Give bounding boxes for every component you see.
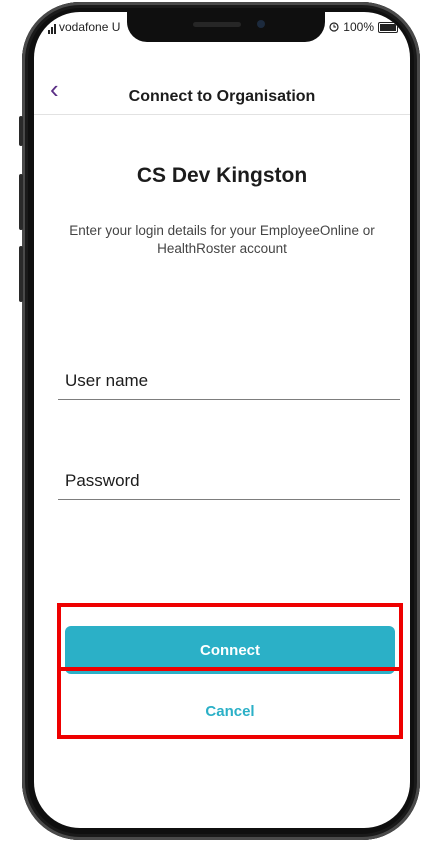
battery-icon xyxy=(378,21,398,33)
side-button-volume-up xyxy=(19,174,23,230)
alarm-clock-icon xyxy=(329,22,339,32)
page-title: Connect to Organisation xyxy=(128,88,316,105)
status-bar-right: 100% xyxy=(329,20,398,34)
cancel-highlight-box xyxy=(57,667,403,739)
password-input[interactable] xyxy=(58,462,400,500)
side-button-volume-down xyxy=(19,246,23,302)
login-instructions: Enter your login details for your Employ… xyxy=(69,223,375,256)
speaker-grille xyxy=(193,22,241,27)
side-button-mute xyxy=(19,116,23,146)
signal-bars-icon xyxy=(48,23,56,34)
carrier-name: vodafone U xyxy=(59,20,121,34)
nav-header: ‹ Connect to Organisation xyxy=(34,70,410,115)
device-notch xyxy=(127,12,325,42)
connect-highlight-box xyxy=(57,603,403,671)
organisation-name: CS Dev Kingston xyxy=(136,164,308,187)
status-bar-left: vodafone U xyxy=(48,20,120,34)
battery-percentage: 100% xyxy=(343,20,374,34)
username-input[interactable] xyxy=(58,362,400,400)
front-camera xyxy=(257,20,265,28)
